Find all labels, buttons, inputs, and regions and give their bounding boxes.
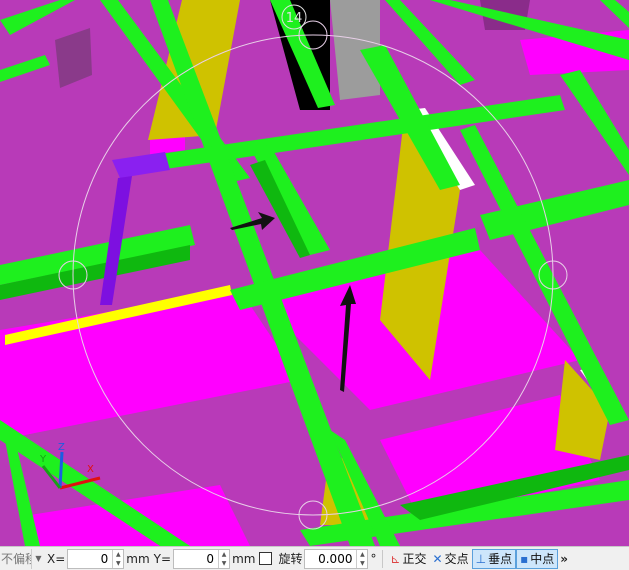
more-button[interactable]: »	[560, 552, 568, 566]
y-input[interactable]: 0 ▲ ▼	[173, 548, 231, 569]
perpendicular-button[interactable]: ⊥ 垂点	[471, 548, 517, 569]
3d-viewport[interactable]: 14 X Y Z	[0, 0, 629, 546]
axis-y-label: Y	[39, 454, 47, 465]
y-unit: mm	[232, 551, 256, 566]
status-bar: 不偏移 ▼ X= 0 ▲▼ mm Y= 0 ▲▼ mm 旋转 0.000 ▲▼ …	[0, 546, 629, 570]
separator	[382, 549, 384, 568]
perpendicular-icon: ⊥	[475, 551, 487, 566]
x-spinner[interactable]: ▲ ▼	[112, 549, 123, 568]
model-view[interactable]: 14 X Y Z	[0, 0, 629, 546]
axis-z-label: Z	[58, 442, 65, 453]
ortho-button[interactable]: ⊾ 正交	[387, 549, 429, 569]
chevron-down-icon[interactable]: ▼	[31, 548, 45, 569]
y-label: Y=	[153, 551, 172, 566]
intersect-icon: ✕	[432, 551, 443, 566]
offset-dropdown-value: 不偏移	[1, 552, 31, 566]
offset-dropdown[interactable]: 不偏移 ▼	[0, 548, 45, 569]
intersect-button[interactable]: ✕ 交点	[430, 549, 472, 569]
angle-unit: °	[370, 551, 377, 566]
angle-spinner[interactable]: ▲ ▼	[356, 549, 367, 568]
angle-input-value: 0.000	[318, 551, 353, 566]
x-label: X=	[47, 551, 66, 566]
ortho-icon: ⊾	[390, 551, 401, 566]
y-input-value: 0	[206, 551, 215, 566]
grip-number: 14	[286, 11, 303, 26]
ortho-label: 正交	[402, 552, 427, 566]
x-unit: mm	[126, 551, 150, 566]
rotate-label: 旋转	[278, 552, 303, 566]
perpendicular-label: 垂点	[488, 552, 513, 566]
midpoint-icon: ▪	[520, 551, 529, 566]
intersect-label: 交点	[444, 552, 469, 566]
angle-input[interactable]: 0.000 ▲ ▼	[304, 548, 369, 569]
axis-x-label: X	[87, 464, 94, 475]
x-input-value: 0	[100, 551, 109, 566]
x-input[interactable]: 0 ▲ ▼	[67, 548, 125, 569]
y-spinner[interactable]: ▲ ▼	[218, 549, 229, 568]
midpoint-button[interactable]: ▪ 中点	[516, 548, 559, 569]
midpoint-label: 中点	[530, 552, 555, 566]
rotate-checkbox[interactable]	[259, 552, 273, 565]
